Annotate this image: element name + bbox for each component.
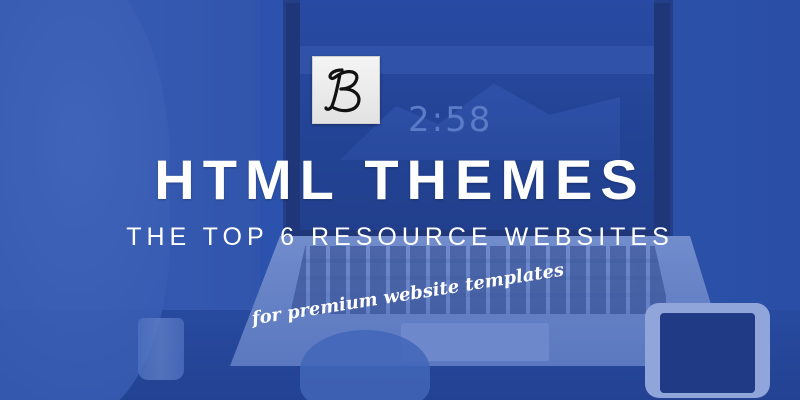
headline-subtitle: THE TOP 6 RESOURCE WEBSITES	[126, 223, 674, 251]
brand-logo	[312, 56, 380, 124]
logo-b-icon	[324, 68, 361, 113]
headline-title: HTML THEMES	[154, 148, 646, 211]
blog-banner: 2:58 HTML THEMES THE TOP 6 RESOURCE WEBS…	[0, 0, 800, 400]
